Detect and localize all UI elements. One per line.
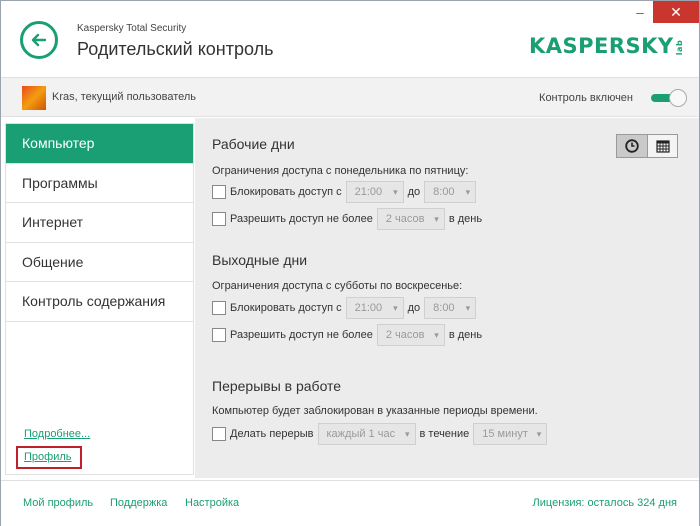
- settings-link[interactable]: Настройка: [185, 497, 239, 509]
- workdays-allow-checkbox[interactable]: [212, 212, 226, 226]
- clock-view-button[interactable]: [617, 135, 647, 157]
- kaspersky-logo: KASPERSKYlab: [529, 34, 687, 58]
- control-status-label: Контроль включен: [539, 92, 633, 104]
- workdays-block-from-dropdown[interactable]: 21:00 ▾: [345, 181, 404, 203]
- chevron-down-icon: ▾: [393, 186, 398, 197]
- breaks-interval-dropdown[interactable]: каждый 1 час ▾: [317, 423, 416, 445]
- weekend-to-label: до: [407, 302, 421, 314]
- workdays-block-label: Блокировать доступ с: [230, 186, 342, 198]
- chevron-down-icon: ▾: [465, 302, 471, 313]
- user-bar: Kras, текущий пользователь Контроль вклю…: [1, 77, 699, 117]
- sidebar: Компьютер Программы Интернет Общение Кон…: [5, 123, 194, 475]
- logo-suffix: lab: [674, 39, 684, 55]
- avatar: [22, 86, 46, 110]
- footer: Мой профиль Поддержка Настройка Лицензия…: [1, 480, 699, 526]
- dropdown-value: каждый 1 час: [326, 428, 396, 440]
- dropdown-value: 8:00: [433, 186, 455, 198]
- weekend-title: Выходные дни: [212, 252, 308, 268]
- breaks-row: Делать перерыв каждый 1 час ▾ в течение 1…: [212, 423, 551, 445]
- breaks-duration-dropdown[interactable]: 15 минут ▾: [473, 423, 548, 445]
- weekend-block-from-dropdown[interactable]: 21:00 ▾: [345, 297, 404, 319]
- workdays-per-day-label: в день: [448, 213, 483, 225]
- workdays-desc: Ограничения доступа с понедельника по пя…: [212, 165, 469, 177]
- main-content: Рабочие дни Ограничения доступа с понеде…: [195, 118, 699, 478]
- workdays-block-checkbox[interactable]: [212, 185, 226, 199]
- header: Kaspersky Total Security Родительский ко…: [1, 1, 699, 77]
- chevron-down-icon: ▾: [404, 428, 410, 439]
- weekend-allow-label: Разрешить доступ не более: [230, 329, 373, 341]
- workdays-allow-row: Разрешить доступ не более 2 часов ▾ в ден…: [212, 208, 482, 230]
- current-user: Kras, текущий пользователь: [52, 91, 197, 103]
- dropdown-value: 8:00: [433, 302, 455, 314]
- breaks-desc: Компьютер будет заблокирован в указанные…: [212, 405, 538, 417]
- sidebar-item-content-control[interactable]: Контроль содержания: [6, 282, 193, 322]
- breaks-checkbox[interactable]: [212, 427, 226, 441]
- control-toggle[interactable]: [651, 89, 687, 107]
- app-window: Kaspersky Total Security Родительский ко…: [0, 0, 700, 526]
- sidebar-item-programs[interactable]: Программы: [6, 164, 193, 203]
- view-switcher: [616, 134, 678, 158]
- dropdown-value: 2 часов: [385, 329, 425, 341]
- weekend-block-to-dropdown[interactable]: 8:00 ▾: [424, 297, 477, 319]
- weekend-block-row: Блокировать доступ с 21:00 ▾ до 8:00 ▾: [212, 297, 480, 319]
- support-link[interactable]: Поддержка: [110, 497, 167, 509]
- back-button[interactable]: [20, 21, 58, 59]
- weekend-allow-row: Разрешить доступ не более 2 часов ▾ в ден…: [212, 324, 482, 346]
- workdays-block-to-dropdown[interactable]: 8:00 ▾: [424, 181, 477, 203]
- calendar-icon: [655, 140, 670, 153]
- weekend-block-checkbox[interactable]: [212, 301, 226, 315]
- profile-link[interactable]: Профиль: [16, 446, 82, 469]
- chevron-down-icon: ▾: [536, 428, 542, 439]
- license-status[interactable]: Лицензия: осталось 324 дня: [533, 497, 677, 509]
- logo-text: KASPERSKY: [528, 34, 674, 58]
- minimize-button[interactable]: –: [627, 1, 653, 23]
- app-subtitle: Kaspersky Total Security: [77, 23, 187, 34]
- page-title: Родительский контроль: [77, 39, 274, 59]
- breaks-during-label: в течение: [419, 428, 470, 440]
- sidebar-item-communication[interactable]: Общение: [6, 243, 193, 282]
- sidebar-item-computer[interactable]: Компьютер: [6, 124, 193, 164]
- workdays-block-row: Блокировать доступ с 21:00 ▾ до 8:00 ▾: [212, 181, 480, 203]
- toggle-knob: [669, 89, 687, 107]
- close-button[interactable]: ✕: [653, 1, 699, 23]
- clock-icon: [625, 139, 639, 153]
- window-controls: – ✕: [627, 1, 699, 23]
- weekend-per-day-label: в день: [448, 329, 483, 341]
- workdays-title: Рабочие дни: [212, 136, 295, 152]
- chevron-down-icon: ▾: [434, 213, 439, 224]
- chevron-down-icon: ▾: [393, 302, 398, 313]
- more-link[interactable]: Подробнее...: [24, 428, 90, 440]
- calendar-view-button[interactable]: [647, 135, 677, 157]
- chevron-down-icon: ▾: [434, 329, 439, 340]
- weekend-desc: Ограничения доступа с субботы по воскрес…: [212, 280, 463, 292]
- workdays-allow-label: Разрешить доступ не более: [230, 213, 373, 225]
- breaks-title: Перерывы в работе: [212, 378, 342, 394]
- breaks-label: Делать перерыв: [230, 428, 314, 440]
- workdays-allow-dropdown[interactable]: 2 часов ▾: [376, 208, 445, 230]
- dropdown-value: 21:00: [354, 302, 383, 314]
- arrow-left-icon: [31, 33, 47, 47]
- chevron-down-icon: ▾: [465, 186, 471, 197]
- sidebar-item-internet[interactable]: Интернет: [6, 203, 193, 243]
- weekend-allow-dropdown[interactable]: 2 часов ▾: [376, 324, 445, 346]
- weekend-block-label: Блокировать доступ с: [230, 302, 342, 314]
- my-profile-link[interactable]: Мой профиль: [23, 497, 93, 509]
- weekend-allow-checkbox[interactable]: [212, 328, 226, 342]
- dropdown-value: 2 часов: [385, 213, 425, 225]
- dropdown-value: 21:00: [354, 186, 383, 198]
- workdays-to-label: до: [407, 186, 421, 198]
- dropdown-value: 15 минут: [482, 428, 528, 440]
